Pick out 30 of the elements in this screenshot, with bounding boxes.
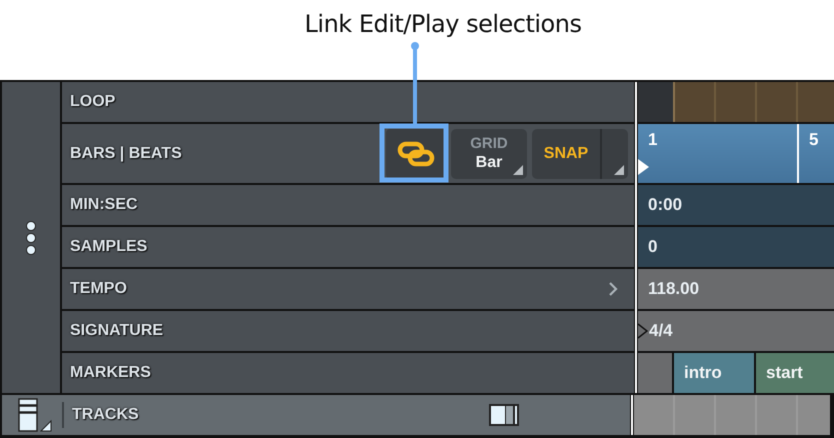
signature-value: 4/4 [648,321,673,341]
highlight-frame [380,124,448,182]
samples-value: 0 [647,237,658,257]
ruler-label: LOOP [70,93,116,111]
snap-button[interactable]: SNAP [532,128,600,178]
grid-button[interactable]: GRID Bar [451,128,527,178]
marker[interactable]: intro [674,353,754,393]
marker[interactable]: start [756,353,834,393]
ruler-label: TEMPO [70,280,127,298]
bar-number: 1 [647,129,658,151]
more-options-icon[interactable] [25,220,37,256]
link-button[interactable] [386,128,446,178]
chevron-icon[interactable] [608,281,618,297]
panel-toggle-icon[interactable] [488,403,520,427]
dropdown-corner-icon [614,164,624,174]
ruler-label: SAMPLES [70,238,148,256]
time-value: 0:00 [647,195,682,215]
loop-area [638,82,673,122]
tracks-label: TRACKS [72,406,140,424]
bar-number: 5 [808,129,820,151]
dropdown-corner-icon [513,164,523,174]
callout-text: Link Edit/Play selections [304,10,582,38]
track-list-icon[interactable] [18,398,54,432]
ruler-label: MIN:SEC [70,196,138,214]
marker-lane [638,353,672,393]
ruler-label: SIGNATURE [70,322,164,340]
ruler-label: BARS | BEATS [70,144,182,162]
ruler-label: MARKERS [70,364,151,382]
chain-link-icon [397,140,435,166]
tempo-value: 118.00 [647,279,700,299]
